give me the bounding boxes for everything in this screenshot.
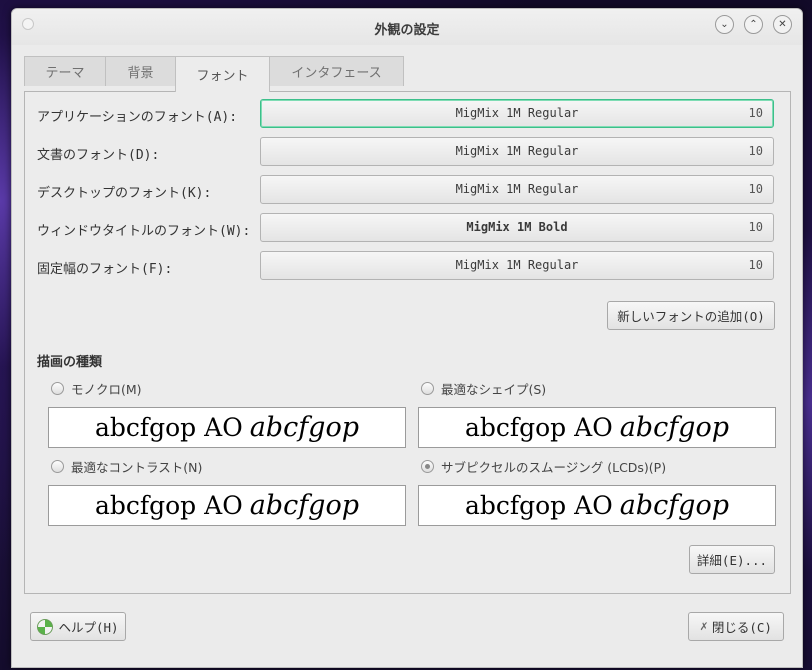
rendering-section-title: 描画の種類 [37,355,103,370]
x-icon: ✗ [700,619,708,634]
sample-subpixel-smoothing[interactable]: abcfgop AO abcfgop [418,485,776,526]
details-button[interactable]: 詳細(E)... [689,545,775,574]
chevron-down-icon[interactable]: ⌄ [715,15,734,34]
tab-theme[interactable]: テーマ [24,56,106,86]
chevron-up-icon[interactable]: ⌃ [744,15,763,34]
radio-indicator[interactable] [421,460,434,473]
sample-text: abcfgop AO [464,413,613,442]
sample-best-shapes[interactable]: abcfgop AO abcfgop [418,407,776,448]
monospace-font-button[interactable]: MigMix 1M Regular 10 [260,251,774,280]
document-font-button[interactable]: MigMix 1M Regular 10 [260,137,774,166]
font-size: 10 [748,220,763,234]
sample-italic-text: abcfgop [619,412,730,443]
font-size: 10 [748,258,763,272]
window-title-font-label: ウィンドウタイトルのフォント(W): [37,224,251,239]
radio-monochrome[interactable]: モノクロ(M) [51,379,142,398]
radio-indicator[interactable] [51,382,64,395]
help-button[interactable]: ヘルプ(H) [30,612,126,641]
tab-interface[interactable]: インタフェース [269,56,404,86]
application-font-button[interactable]: MigMix 1M Regular 10 [260,99,774,128]
monospace-font-label: 固定幅のフォント(F): [37,262,173,277]
font-name: MigMix 1M Regular [455,182,579,196]
application-font-label: アプリケーションのフォント(A): [37,110,238,125]
radio-label: 最適なコントラスト(N) [71,460,203,475]
radio-label: 最適なシェイプ(S) [441,382,547,397]
sample-monochrome[interactable]: abcfgop AO abcfgop [48,407,406,448]
sample-italic-text: abcfgop [249,412,360,443]
sample-text: abcfgop AO [94,413,243,442]
radio-indicator[interactable] [421,382,434,395]
radio-label: サブピクセルのスムージング (LCDs)(P) [441,460,667,475]
sample-best-contrast[interactable]: abcfgop AO abcfgop [48,485,406,526]
sample-text: abcfgop AO [464,491,613,520]
font-name: MigMix 1M Regular [455,144,579,158]
titlebar[interactable]: 外観の設定 ⌄ ⌃ ✕ [12,9,802,45]
sample-italic-text: abcfgop [619,490,730,521]
help-button-label: ヘルプ(H) [58,620,119,635]
tab-bar: テーマ 背景 フォント インタフェース [24,56,404,92]
radio-best-shapes[interactable]: 最適なシェイプ(S) [421,379,546,398]
tab-background[interactable]: 背景 [105,56,176,86]
radio-indicator[interactable] [51,460,64,473]
sample-italic-text: abcfgop [249,490,360,521]
close-button-label: 閉じる(C) [711,620,772,635]
desktop-font-button[interactable]: MigMix 1M Regular 10 [260,175,774,204]
font-size: 10 [748,182,763,196]
help-lifebuoy-icon [37,618,54,635]
desktop-font-label: デスクトップのフォント(K): [37,186,212,201]
appearance-settings-window: 外観の設定 ⌄ ⌃ ✕ テーマ 背景 フォント インタフェース アプリケーション… [11,8,803,668]
sample-text: abcfgop AO [94,491,243,520]
tab-fonts[interactable]: フォント [175,56,270,92]
window-title-font-button[interactable]: MigMix 1M Bold 10 [260,213,774,242]
font-size: 10 [748,106,763,120]
radio-subpixel-smoothing[interactable]: サブピクセルのスムージング (LCDs)(P) [421,457,666,476]
document-font-label: 文書のフォント(D): [37,148,160,163]
window-title: 外観の設定 [374,23,440,38]
close-button[interactable]: ✗ 閉じる(C) [688,612,784,641]
font-name: MigMix 1M Regular [455,106,579,120]
close-icon[interactable]: ✕ [773,15,792,34]
radio-best-contrast[interactable]: 最適なコントラスト(N) [51,457,202,476]
radio-label: モノクロ(M) [71,382,142,397]
font-size: 10 [748,144,763,158]
font-name: MigMix 1M Bold [466,220,568,234]
font-name: MigMix 1M Regular [455,258,579,272]
add-font-button[interactable]: 新しいフォントの追加(O) [607,301,775,330]
